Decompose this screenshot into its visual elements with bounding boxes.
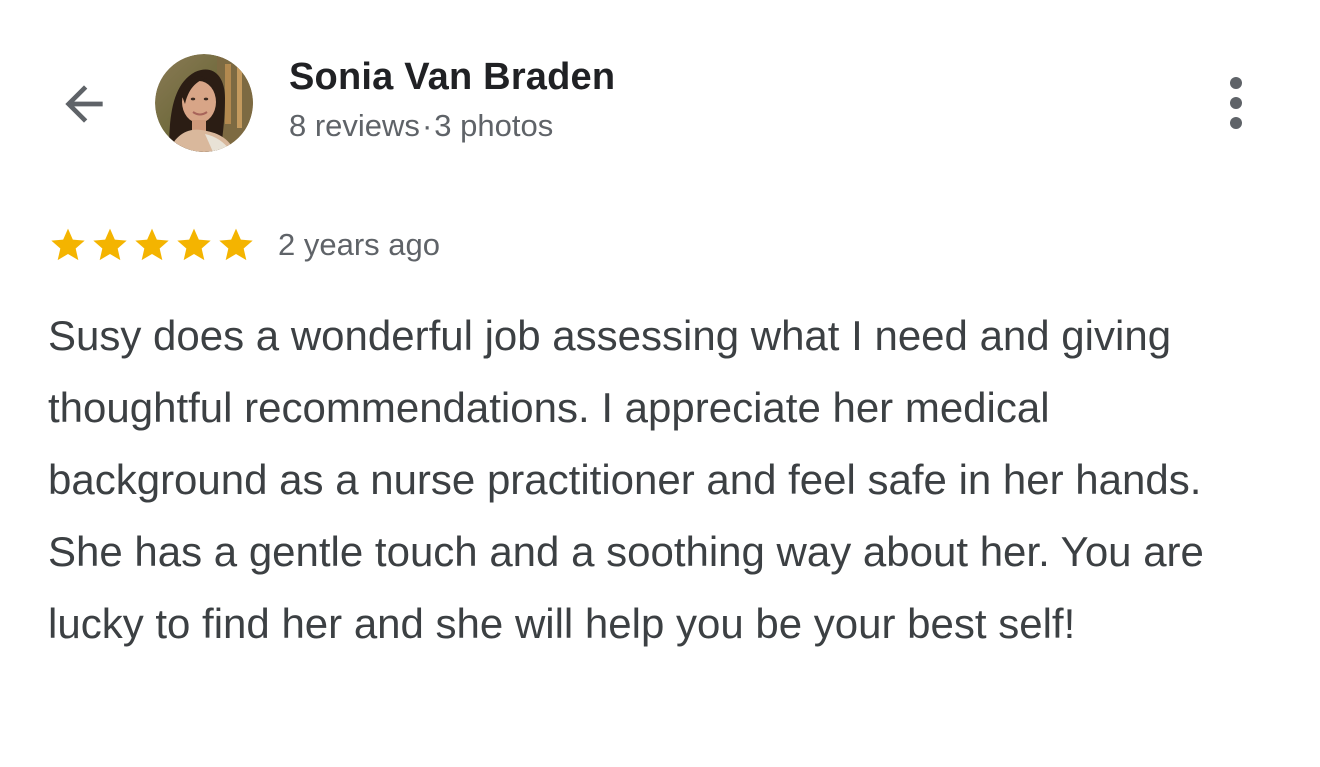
back-button[interactable] [52,72,116,136]
star-icon [135,228,169,261]
star-icon [51,228,85,261]
review-time: 2 years ago [278,227,440,262]
star-icon [177,228,211,261]
more-vert-icon [1230,77,1242,89]
meta-separator: · [421,108,433,143]
star-icon [219,228,253,261]
avatar-image [155,54,253,152]
avatar[interactable] [155,54,253,152]
rating-row: 2 years ago [48,220,440,270]
photos-count: 3 photos [434,108,554,143]
star-rating [48,225,256,265]
reviewer-stats: 8 reviews·3 photos [289,108,553,144]
more-options-button[interactable] [1212,70,1260,136]
reviewer-name[interactable]: Sonia Van Braden [289,56,615,99]
arrow-back-icon [65,85,103,123]
review-text: Susy does a wonderful job assessing what… [48,312,1204,647]
review-header: Sonia Van Braden 8 reviews·3 photos [0,0,1320,190]
reviews-count: 8 reviews [289,108,420,143]
star-icon [93,228,127,261]
